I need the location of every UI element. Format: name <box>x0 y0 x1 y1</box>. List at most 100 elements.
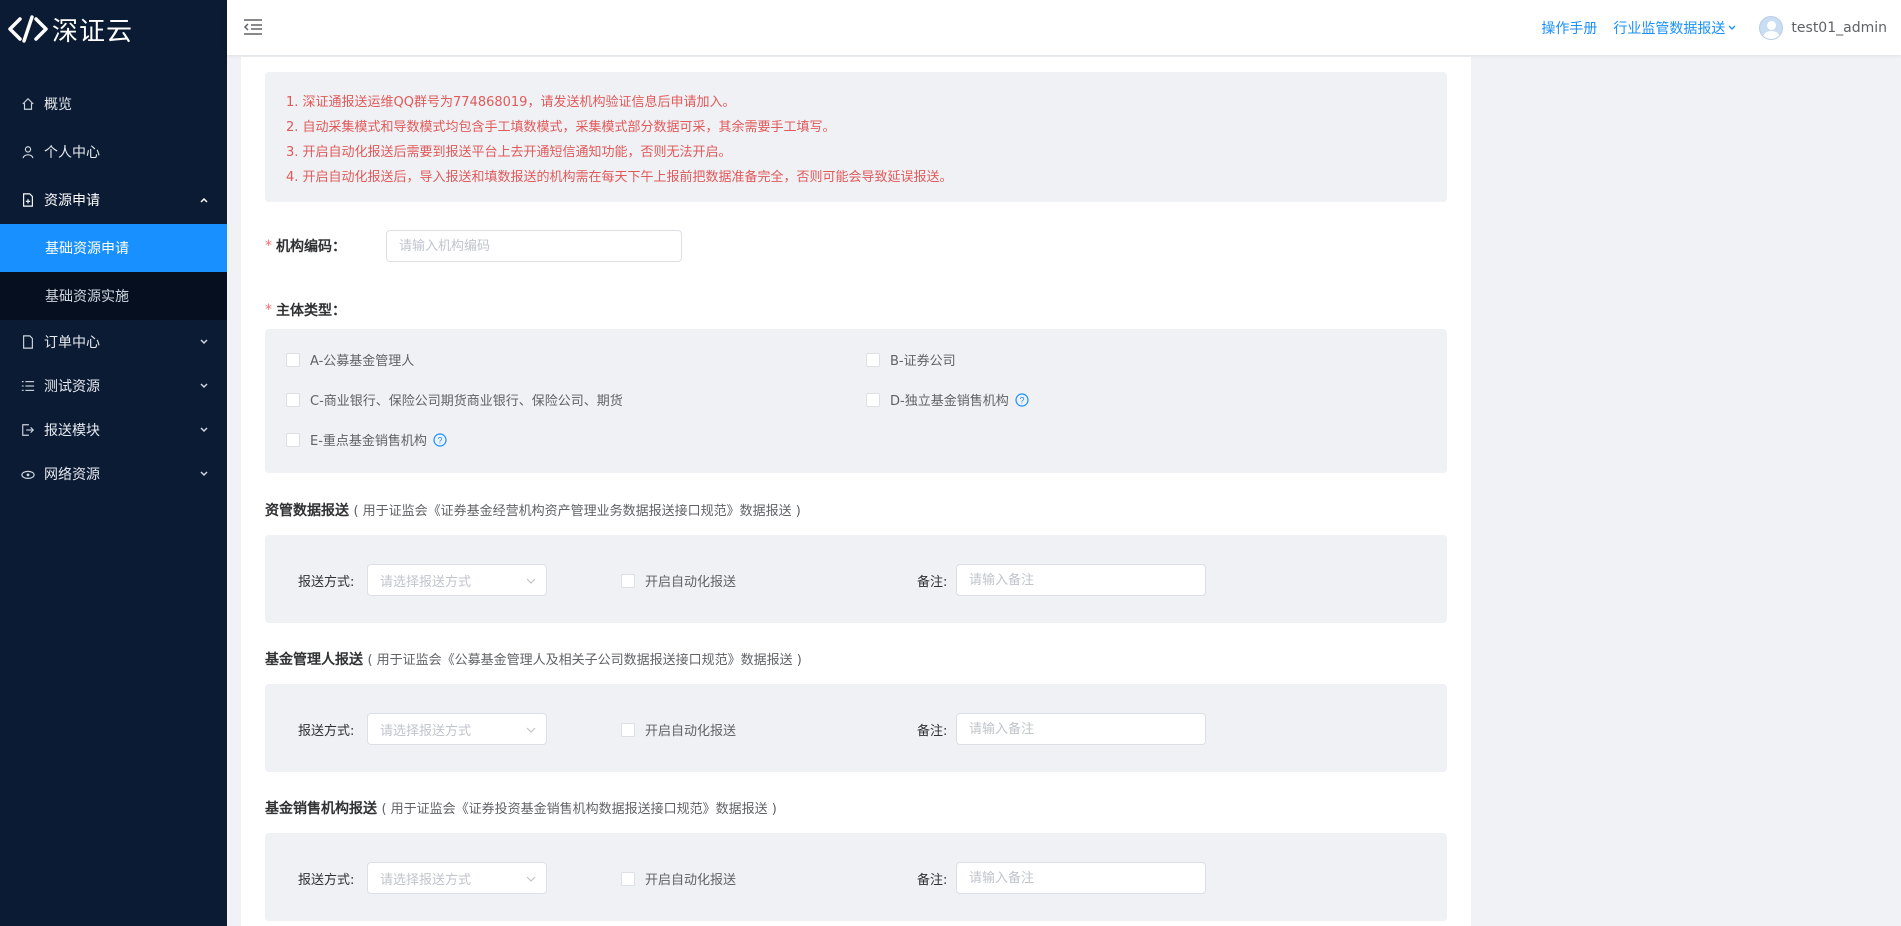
method-label: 报送方式: <box>298 873 355 888</box>
sidebar-item-orders[interactable]: 订单中心 <box>0 320 227 364</box>
checkbox-label: 开启自动化报送 <box>645 873 737 888</box>
checkbox-label: E-重点基金销售机构 <box>310 434 427 449</box>
method-select[interactable]: 请选择报送方式 <box>367 564 547 596</box>
method-select-placeholder: 请选择报送方式 <box>380 872 472 888</box>
checkbox-label: A-公募基金管理人 <box>310 354 415 369</box>
sidebar-item-test-resources[interactable]: 测试资源 <box>0 364 227 408</box>
method-label: 报送方式: <box>298 724 355 739</box>
sidebar-item-overview[interactable]: 概览 <box>0 80 227 128</box>
auto-report-checkbox[interactable]: 开启自动化报送 <box>621 869 736 888</box>
checkbox-box <box>286 432 300 447</box>
note-label: 备注: <box>917 575 948 590</box>
sidebar-item-label: 网络资源 <box>44 467 100 483</box>
entity-type-label: 主体类型： <box>276 303 346 319</box>
auto-report-checkbox[interactable]: 开启自动化报送 <box>621 571 736 590</box>
chevron-down-icon <box>1728 25 1736 30</box>
section-desc: ( 用于证监会《公募基金管理人及相关子公司数据报送接口规范》数据报送 ) <box>367 653 802 668</box>
sidebar-item-label: 个人中心 <box>44 145 100 161</box>
notice-line: 4. 开启自动化报送后，导入报送和填数报送的机构需在每天下午上报前把数据准备完全… <box>286 170 953 185</box>
chevron-down-icon <box>526 727 536 733</box>
note-label: 备注: <box>917 873 948 888</box>
checkbox-label: C-商业银行、保险公司期货商业银行、保险公司、期货 <box>310 394 623 409</box>
svg-text:?: ? <box>437 435 442 445</box>
chevron-up-icon <box>200 197 208 203</box>
auto-report-checkbox[interactable]: 开启自动化报送 <box>621 720 736 739</box>
code-logo-icon <box>8 15 48 43</box>
checkbox-box <box>866 392 880 407</box>
sidebar-item-label: 测试资源 <box>44 379 100 395</box>
org-code-input[interactable] <box>386 230 682 262</box>
sidebar: 深证云 概览 个人中心 资源申请 基础资源申请 基础资源实施 订单中心 测试资源… <box>0 0 227 926</box>
sidebar-subnav: 基础资源申请 基础资源实施 <box>0 224 227 320</box>
chevron-down-icon <box>526 876 536 882</box>
checkbox-label: D-独立基金销售机构 <box>890 394 1009 409</box>
checkbox-box <box>621 573 635 588</box>
checkbox-box <box>866 352 880 367</box>
entity-type-panel: A-公募基金管理人 B-证券公司 C-商业银行、保险公司期货商业银行、保险公司、… <box>265 329 1447 473</box>
sidebar-item-profile[interactable]: 个人中心 <box>0 128 227 176</box>
logo-text: 深证云 <box>52 16 134 47</box>
chevron-down-icon <box>200 339 208 345</box>
checkbox-label: 开启自动化报送 <box>645 575 737 590</box>
entity-type-row: * 主体类型： <box>265 300 346 320</box>
document-icon <box>20 192 36 208</box>
svg-text:?: ? <box>1019 395 1024 405</box>
entity-type-d-checkbox[interactable]: D-独立基金销售机构 ? <box>866 390 1029 409</box>
section-title-fund-sales: 基金销售机构报送 ( 用于证监会《证券投资基金销售机构数据报送接口规范》数据报送… <box>265 798 777 818</box>
entity-type-e-checkbox[interactable]: E-重点基金销售机构 ? <box>286 430 447 449</box>
export-icon <box>20 422 36 438</box>
checkbox-label: B-证券公司 <box>890 354 956 369</box>
sidebar-item-report-module[interactable]: 报送模块 <box>0 408 227 452</box>
sidebar-nav: 概览 个人中心 资源申请 基础资源申请 基础资源实施 订单中心 测试资源 报送模… <box>0 80 227 496</box>
sidebar-item-label: 订单中心 <box>44 335 100 351</box>
user-icon <box>20 144 36 160</box>
report-panel-asset-mgmt: 报送方式: 请选择报送方式 开启自动化报送 备注: <box>265 535 1447 623</box>
required-mark: * <box>265 302 272 318</box>
user-menu[interactable]: test01_admin <box>1759 15 1887 40</box>
section-title-text: 基金管理人报送 <box>265 652 363 668</box>
section-title-text: 资管数据报送 <box>265 503 349 519</box>
required-mark: * <box>265 238 272 254</box>
help-icon[interactable]: ? <box>1015 392 1029 407</box>
notice-box: 1. 深证通报送运维QQ群号为774868019，请发送机构验证信息后申请加入。… <box>265 72 1447 202</box>
sidebar-item-label: 报送模块 <box>44 423 100 439</box>
logo[interactable]: 深证云 <box>0 0 227 58</box>
sidebar-item-basic-resource-apply[interactable]: 基础资源申请 <box>0 224 227 272</box>
note-input[interactable] <box>956 862 1206 894</box>
report-panel-fund-manager: 报送方式: 请选择报送方式 开启自动化报送 备注: <box>265 684 1447 772</box>
section-title-text: 基金销售机构报送 <box>265 801 377 817</box>
method-select-placeholder: 请选择报送方式 <box>380 574 472 590</box>
note-label: 备注: <box>917 724 948 739</box>
help-icon[interactable]: ? <box>433 432 447 447</box>
sidebar-item-resource-apply[interactable]: 资源申请 <box>0 176 227 224</box>
report-panel-fund-sales: 报送方式: 请选择报送方式 开启自动化报送 备注: <box>265 833 1447 921</box>
chevron-down-icon <box>200 383 208 389</box>
method-select[interactable]: 请选择报送方式 <box>367 862 547 894</box>
menu-collapse-icon[interactable] <box>243 18 263 36</box>
file-icon <box>20 334 36 350</box>
notice-line: 2. 自动采集模式和导数模式均包含手工填数模式，采集模式部分数据可采，其余需要手… <box>286 120 836 135</box>
sidebar-item-basic-resource-impl[interactable]: 基础资源实施 <box>0 272 227 320</box>
avatar <box>1759 15 1784 40</box>
org-code-row: * 机构编码： <box>265 230 682 262</box>
entity-type-c-checkbox[interactable]: C-商业银行、保险公司期货商业银行、保险公司、期货 <box>286 390 623 409</box>
entity-type-a-checkbox[interactable]: A-公募基金管理人 <box>286 350 414 369</box>
entity-type-b-checkbox[interactable]: B-证券公司 <box>866 350 956 369</box>
list-icon <box>20 378 36 394</box>
header-actions: 操作手册 行业监管数据报送 test01_admin <box>1525 0 1887 55</box>
checkbox-box <box>286 392 300 407</box>
note-input[interactable] <box>956 564 1206 596</box>
note-input[interactable] <box>956 713 1206 745</box>
network-icon <box>20 466 36 482</box>
checkbox-box <box>621 871 635 886</box>
org-code-label: 机构编码： <box>276 239 346 255</box>
report-dropdown-label: 行业监管数据报送 <box>1613 20 1726 37</box>
manual-link[interactable]: 操作手册 <box>1541 18 1597 38</box>
sidebar-item-network-resources[interactable]: 网络资源 <box>0 452 227 496</box>
chevron-down-icon <box>526 578 536 584</box>
report-dropdown[interactable]: 行业监管数据报送 <box>1613 18 1737 38</box>
section-desc: ( 用于证监会《证券投资基金销售机构数据报送接口规范》数据报送 ) <box>381 802 777 817</box>
section-desc: ( 用于证监会《证券基金经营机构资产管理业务数据报送接口规范》数据报送 ) <box>353 504 801 519</box>
section-title-fund-manager: 基金管理人报送 ( 用于证监会《公募基金管理人及相关子公司数据报送接口规范》数据… <box>265 649 802 669</box>
method-select[interactable]: 请选择报送方式 <box>367 713 547 745</box>
